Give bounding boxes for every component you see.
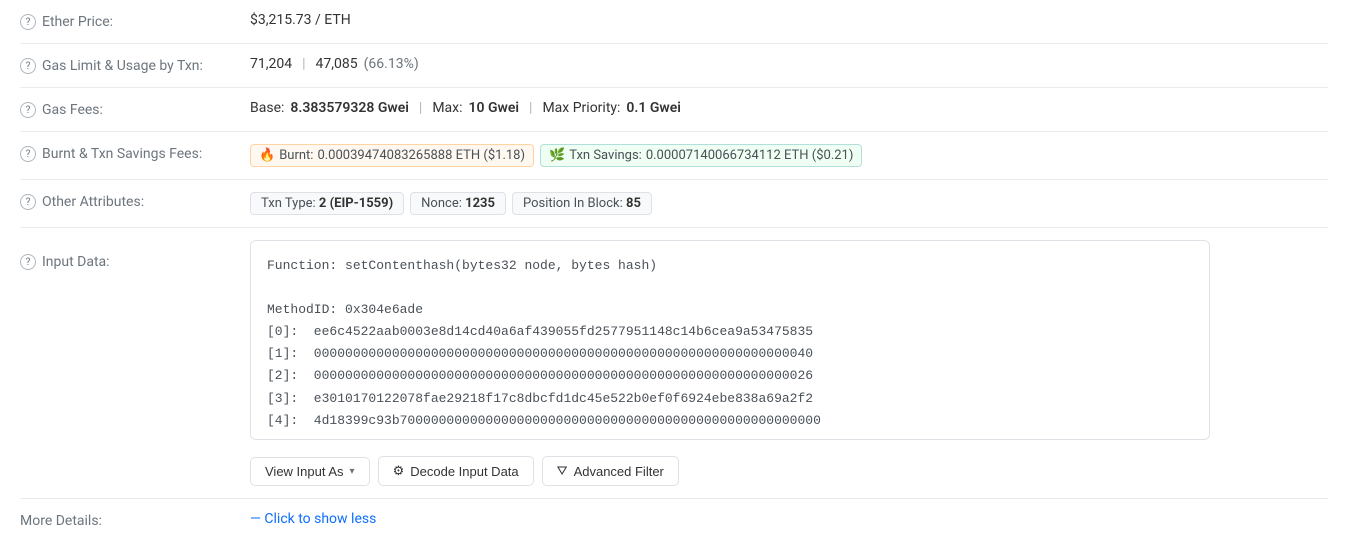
- position-label: Position In Block:: [523, 196, 623, 211]
- ether-price-value-col: $3,215.73 / ETH: [250, 12, 1328, 28]
- ether-price-row: ? Ether Price: $3,215.73 / ETH: [20, 0, 1328, 44]
- gas-limit-value: 71,204: [250, 56, 292, 72]
- burnt-label: Burnt & Txn Savings Fees:: [42, 146, 202, 162]
- gas-base-value: 8.383579328 Gwei: [290, 100, 409, 116]
- fire-icon: 🔥: [259, 148, 275, 163]
- gas-max-label: Max:: [432, 100, 462, 116]
- input-data-label: Input Data:: [42, 254, 110, 270]
- transaction-details: ? Ether Price: $3,215.73 / ETH ? Gas Lim…: [0, 0, 1348, 543]
- nonce-badge: Nonce: 1235: [410, 192, 506, 215]
- more-details-value-col: — Click to show less: [250, 511, 1328, 527]
- gas-priority-label: Max Priority:: [542, 100, 620, 116]
- chevron-down-icon: ▾: [350, 466, 355, 477]
- input-data-value-col: Function: setContenthash(bytes32 node, b…: [250, 240, 1328, 486]
- position-value: 85: [626, 196, 641, 211]
- nonce-label: Nonce:: [421, 196, 462, 211]
- gas-limit-value-col: 71,204 | 47,085 (66.13%): [250, 56, 1328, 72]
- filter-icon: ⛛: [557, 463, 568, 479]
- other-attributes-label-col: ? Other Attributes:: [20, 192, 250, 210]
- advanced-filter-label: Advanced Filter: [574, 464, 664, 479]
- burnt-badge: 🔥 Burnt: 0.00039474083265888 ETH ($1.18): [250, 144, 534, 167]
- gas-fees-row: ? Gas Fees: Base: 8.383579328 Gwei | Max…: [20, 88, 1328, 132]
- gas-fees-help-icon[interactable]: ?: [20, 102, 36, 118]
- input-data-help-icon[interactable]: ?: [20, 254, 36, 270]
- input-data-label-col: ? Input Data:: [20, 240, 250, 270]
- burnt-value-col: 🔥 Burnt: 0.00039474083265888 ETH ($1.18)…: [250, 144, 1328, 167]
- position-badge: Position In Block: 85: [512, 192, 652, 215]
- gas-limit-row: ? Gas Limit & Usage by Txn: 71,204 | 47,…: [20, 44, 1328, 88]
- other-attributes-value-col: Txn Type: 2 (EIP-1559) Nonce: 1235 Posit…: [250, 192, 1328, 215]
- input-data-box[interactable]: Function: setContenthash(bytes32 node, b…: [250, 240, 1210, 440]
- ether-price-label-col: ? Ether Price:: [20, 12, 250, 30]
- input-data-row: ? Input Data: Function: setContenthash(b…: [20, 228, 1328, 499]
- gas-limit-help-icon[interactable]: ?: [20, 58, 36, 74]
- gas-limit-label-col: ? Gas Limit & Usage by Txn:: [20, 56, 250, 74]
- input-actions-bar: View Input As ▾ ⚙ Decode Input Data ⛛ Ad…: [250, 456, 679, 486]
- burnt-label-col: ? Burnt & Txn Savings Fees:: [20, 144, 250, 162]
- decode-input-data-button[interactable]: ⚙ Decode Input Data: [378, 456, 534, 486]
- more-details-row: More Details: — Click to show less: [20, 499, 1328, 543]
- gas-fees-value-col: Base: 8.383579328 Gwei | Max: 10 Gwei | …: [250, 100, 1328, 116]
- ether-price-value: $3,215.73 / ETH: [250, 12, 351, 28]
- burnt-row: ? Burnt & Txn Savings Fees: 🔥 Burnt: 0.0…: [20, 132, 1328, 180]
- gas-fees-sep1: |: [419, 100, 422, 116]
- input-data-content: Function: setContenthash(bytes32 node, b…: [267, 255, 1193, 432]
- gas-priority-value: 0.1 Gwei: [626, 100, 681, 116]
- more-details-label: More Details:: [20, 513, 102, 529]
- burnt-help-icon[interactable]: ?: [20, 146, 36, 162]
- ether-price-help-icon[interactable]: ?: [20, 14, 36, 30]
- gas-max-value: 10 Gwei: [469, 100, 520, 116]
- decode-input-data-label: Decode Input Data: [410, 464, 518, 479]
- view-input-as-label: View Input As: [265, 464, 344, 479]
- gas-fees-label-col: ? Gas Fees:: [20, 100, 250, 118]
- txn-type-badge: Txn Type: 2 (EIP-1559): [250, 192, 404, 215]
- gas-base-label: Base:: [250, 100, 284, 116]
- other-attributes-label: Other Attributes:: [42, 194, 144, 210]
- savings-icon: 🌿: [549, 148, 565, 163]
- burnt-badge-value: 0.00039474083265888 ETH ($1.18): [317, 148, 525, 163]
- txn-type-label: Txn Type:: [261, 196, 316, 211]
- savings-badge-value: 0.000071400667341​12 ETH ($0.21): [646, 148, 854, 163]
- savings-badge-label: Txn Savings:: [569, 148, 642, 163]
- gas-separator: |: [302, 56, 305, 72]
- gas-fees-label: Gas Fees:: [42, 102, 103, 118]
- savings-badge: 🌿 Txn Savings: 0.000071400667341​12 ETH …: [540, 144, 862, 167]
- gas-usage-value: 47,085: [316, 56, 358, 72]
- more-details-label-col: More Details:: [20, 511, 250, 529]
- nonce-value: 1235: [465, 196, 495, 211]
- advanced-filter-button[interactable]: ⛛ Advanced Filter: [542, 456, 679, 486]
- gas-limit-label: Gas Limit & Usage by Txn:: [42, 58, 203, 74]
- other-attributes-row: ? Other Attributes: Txn Type: 2 (EIP-155…: [20, 180, 1328, 228]
- gas-fees-sep2: |: [529, 100, 532, 116]
- ether-price-label: Ether Price:: [42, 14, 113, 30]
- gas-percent: (66.13%): [364, 56, 419, 72]
- view-input-as-button[interactable]: View Input As ▾: [250, 457, 370, 486]
- burnt-badge-label: Burnt:: [279, 148, 313, 163]
- decode-icon: ⚙: [393, 463, 405, 479]
- txn-type-value: 2 (EIP-1559): [319, 196, 393, 211]
- input-box-wrapper: Function: setContenthash(bytes32 node, b…: [250, 240, 1210, 440]
- other-attributes-help-icon[interactable]: ?: [20, 194, 36, 210]
- show-less-link[interactable]: — Click to show less: [250, 511, 376, 527]
